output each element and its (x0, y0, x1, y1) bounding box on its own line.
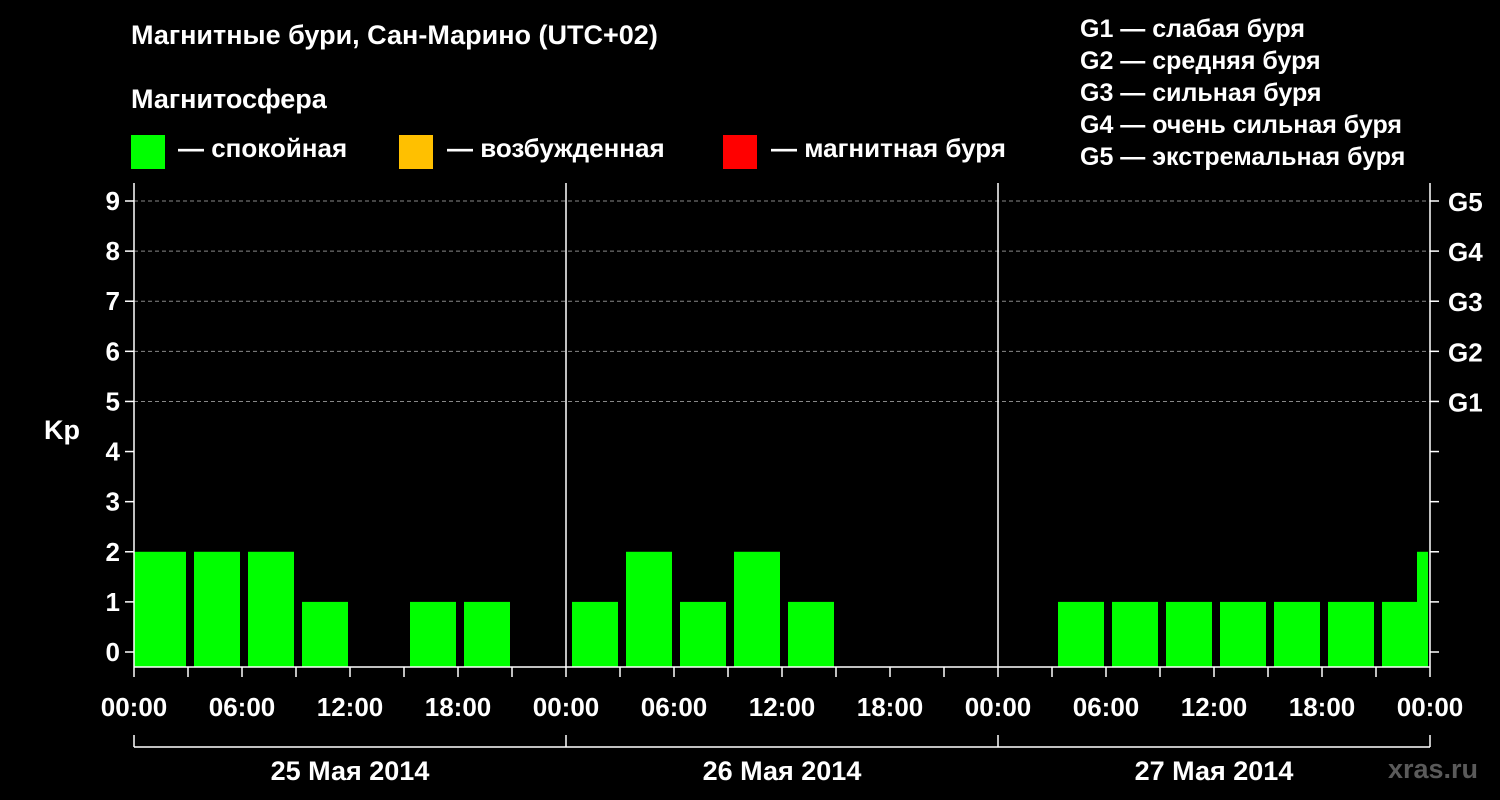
y-axis-label: Kp (44, 415, 80, 445)
kp-bar (1274, 601, 1320, 667)
y-tick-label: 0 (106, 637, 120, 667)
y-tick-label: 1 (106, 587, 120, 617)
x-tick-label: 18:00 (425, 692, 492, 722)
day-label: 27 Мая 2014 (1135, 756, 1294, 786)
g-axis-label: G4 (1448, 237, 1483, 267)
y-tick-label: 6 (106, 336, 120, 366)
day-label: 25 Мая 2014 (271, 756, 430, 786)
x-tick-label: 12:00 (317, 692, 384, 722)
y-tick-label: 4 (106, 437, 121, 467)
watermark: xras.ru (1387, 754, 1478, 784)
g-axis-label: G5 (1448, 187, 1483, 217)
y-tick-label: 3 (106, 487, 120, 517)
day-label: 26 Мая 2014 (703, 756, 862, 786)
x-tick-label: 12:00 (1181, 692, 1248, 722)
kp-bar (680, 601, 726, 667)
y-tick-label: 7 (106, 286, 120, 316)
x-tick-label: 00:00 (533, 692, 600, 722)
x-tick-label: 18:00 (857, 692, 924, 722)
x-tick-label: 06:00 (641, 692, 708, 722)
kp-bar (1220, 601, 1266, 667)
kp-bar (1328, 601, 1374, 667)
y-tick-label: 8 (106, 236, 120, 266)
x-tick-label: 18:00 (1289, 692, 1356, 722)
x-tick-label: 06:00 (1073, 692, 1140, 722)
x-tick-label: 06:00 (209, 692, 276, 722)
g-axis-label: G1 (1448, 387, 1483, 417)
kp-bar (194, 551, 240, 667)
g-axis-label: G3 (1448, 287, 1483, 317)
kp-bar (248, 551, 294, 667)
x-tick-label: 00:00 (1397, 692, 1464, 722)
kp-bar (734, 551, 780, 667)
kp-bar (464, 601, 510, 667)
kp-bar (626, 551, 672, 667)
kp-bar (134, 551, 186, 667)
x-tick-label: 00:00 (965, 692, 1032, 722)
g-axis-label: G2 (1448, 337, 1483, 367)
kp-bar (788, 601, 834, 667)
kp-bar (410, 601, 456, 667)
y-tick-label: 2 (106, 537, 120, 567)
kp-bar (1166, 601, 1212, 667)
kp-bar (302, 601, 348, 667)
y-tick-label: 5 (106, 386, 120, 416)
kp-chart: 0 1 2 3 4 5 6 7 8 9 G1 G2 G3 G4 G5 Kp 00:00 06:00 12:00 18:… (44, 183, 1483, 786)
y-tick-label: 9 (106, 186, 120, 216)
kp-bar (572, 601, 618, 667)
kp-bar (1417, 551, 1428, 667)
x-tick-label: 12:00 (749, 692, 816, 722)
kp-bar (1112, 601, 1158, 667)
x-tick-label: 00:00 (101, 692, 168, 722)
kp-bar (1058, 601, 1104, 667)
